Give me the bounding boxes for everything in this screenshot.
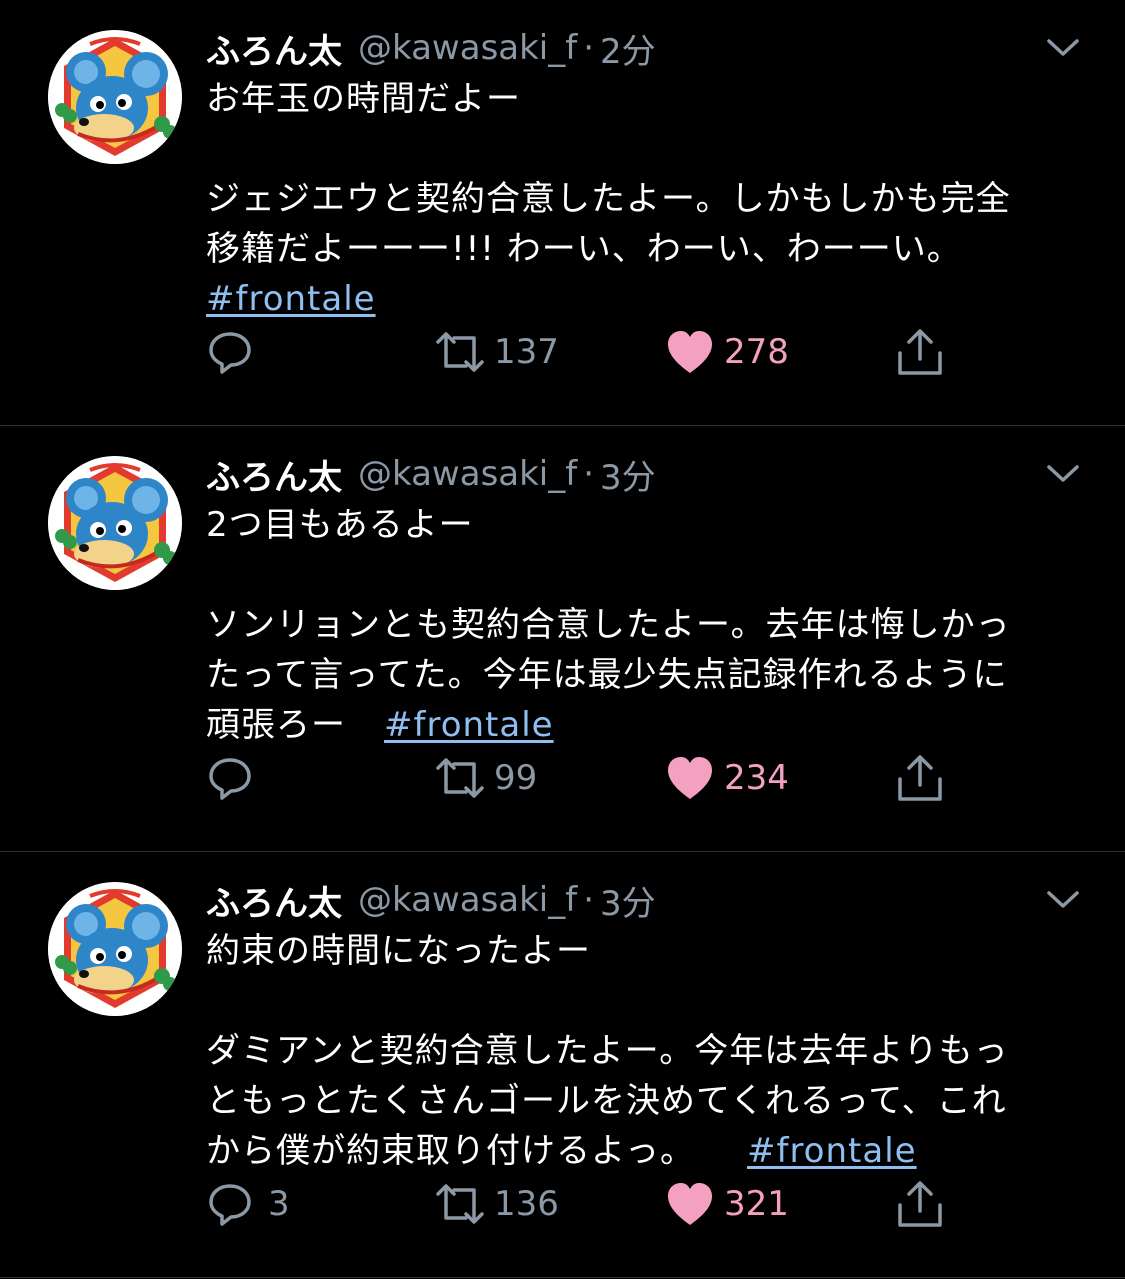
share-button[interactable]: [896, 320, 944, 384]
display-name[interactable]: ふろん太: [206, 24, 342, 73]
like-icon: [668, 331, 712, 373]
tweet[interactable]: ふろん太 @kawasaki_f · 3分 約束の時間になったよー ダミアンと契…: [0, 852, 1125, 1278]
display-name[interactable]: ふろん太: [206, 876, 342, 925]
avatar[interactable]: [48, 882, 182, 1016]
reply-icon: [209, 758, 251, 800]
separator: ·: [583, 28, 595, 68]
tweet-line: から僕が約束取り付けるよっ。: [206, 1131, 695, 1171]
tweet-menu-button[interactable]: [1040, 880, 1086, 920]
tweet-line: ダミアンと契約合意したよー。今年は去年よりもっ: [206, 1031, 1009, 1071]
tweet-line: 移籍だよーーー!!! わーい、わーい、わーーい。: [206, 229, 962, 269]
share-button[interactable]: [896, 746, 944, 810]
retweet-count: 99: [494, 758, 538, 798]
hashtag-link[interactable]: #frontale: [747, 1131, 917, 1171]
retweet-button[interactable]: 99: [432, 746, 537, 810]
timestamp[interactable]: 2分: [600, 24, 656, 73]
tweet-text: お年玉の時間だよー ジェジエウと契約合意したよー。しかもしかも完全 移籍だよーー…: [206, 74, 1066, 324]
tweet-line: ソンリョンとも契約合意したよー。去年は悔しかっ: [206, 605, 1011, 645]
hashtag-link[interactable]: #frontale: [384, 705, 554, 745]
chevron-down-icon: [1047, 891, 1079, 908]
chevron-down-icon: [1047, 465, 1079, 482]
tweet-line: 2つ目もあるよー: [206, 505, 474, 545]
reply-button[interactable]: 3: [206, 1172, 290, 1236]
avatar[interactable]: [48, 30, 182, 164]
share-icon: [898, 329, 942, 375]
tweet-menu-button[interactable]: [1040, 28, 1086, 68]
share-icon: [898, 755, 942, 801]
user-handle[interactable]: @kawasaki_f: [358, 880, 577, 920]
tweet-line: ジェジエウと契約合意したよー。しかもしかも完全: [206, 179, 1011, 219]
tweet-line: お年玉の時間だよー: [206, 79, 521, 119]
like-count: 321: [724, 1184, 789, 1224]
tweet-header: ふろん太 @kawasaki_f · 3分: [206, 872, 656, 928]
like-icon: [668, 1183, 712, 1225]
avatar[interactable]: [48, 456, 182, 590]
share-button[interactable]: [896, 1172, 944, 1236]
tweet-menu-button[interactable]: [1040, 454, 1086, 494]
separator: ·: [583, 880, 595, 920]
reply-button[interactable]: [206, 746, 260, 810]
reply-icon: [209, 332, 251, 374]
mascot-avatar-image: [48, 882, 182, 1016]
retweet-icon: [436, 332, 484, 372]
tweet-actions: 137 278: [200, 320, 960, 384]
retweet-icon: [436, 1184, 484, 1224]
like-button[interactable]: 278: [666, 320, 789, 384]
user-handle[interactable]: @kawasaki_f: [358, 28, 577, 68]
mascot-avatar-image: [48, 456, 182, 590]
tweet-line: 頑張ろー: [206, 705, 346, 745]
separator: ·: [583, 454, 595, 494]
tweet-line: 約束の時間になったよー: [206, 931, 591, 971]
tweet-text: 2つ目もあるよー ソンリョンとも契約合意したよー。去年は悔しかっ たって言ってた…: [206, 500, 1066, 750]
share-icon: [898, 1181, 942, 1227]
display-name[interactable]: ふろん太: [206, 450, 342, 499]
like-button[interactable]: 321: [666, 1172, 789, 1236]
timestamp[interactable]: 3分: [600, 450, 656, 499]
mascot-avatar-image: [48, 30, 182, 164]
like-count: 278: [724, 332, 789, 372]
chevron-down-icon: [1047, 39, 1079, 56]
like-button[interactable]: 234: [666, 746, 789, 810]
like-icon: [668, 757, 712, 799]
hashtag-link[interactable]: #frontale: [206, 279, 376, 319]
tweet-line: ともっとたくさんゴールを決めてくれるって、これ: [206, 1081, 1007, 1121]
reply-count: 3: [268, 1184, 290, 1224]
timestamp[interactable]: 3分: [600, 876, 656, 925]
tweet-header: ふろん太 @kawasaki_f · 3分: [206, 446, 656, 502]
retweet-count: 136: [494, 1184, 559, 1224]
reply-icon: [209, 1184, 251, 1226]
tweet-line: たって言ってた。今年は最少失点記録作れるように: [206, 655, 1008, 695]
tweet[interactable]: ふろん太 @kawasaki_f · 2分 お年玉の時間だよー ジェジエウと契約…: [0, 0, 1125, 426]
retweet-button[interactable]: 137: [432, 320, 559, 384]
retweet-count: 137: [494, 332, 559, 372]
like-count: 234: [724, 758, 789, 798]
retweet-button[interactable]: 136: [432, 1172, 559, 1236]
tweet[interactable]: ふろん太 @kawasaki_f · 3分 2つ目もあるよー ソンリョンとも契約…: [0, 426, 1125, 852]
retweet-icon: [436, 758, 484, 798]
user-handle[interactable]: @kawasaki_f: [358, 454, 577, 494]
reply-button[interactable]: [206, 320, 260, 384]
tweet-actions: 3 136 321: [200, 1172, 960, 1236]
tweet-header: ふろん太 @kawasaki_f · 2分: [206, 20, 656, 76]
tweet-actions: 99 234: [200, 746, 960, 810]
tweet-text: 約束の時間になったよー ダミアンと契約合意したよー。今年は去年よりもっ ともっと…: [206, 926, 1066, 1176]
